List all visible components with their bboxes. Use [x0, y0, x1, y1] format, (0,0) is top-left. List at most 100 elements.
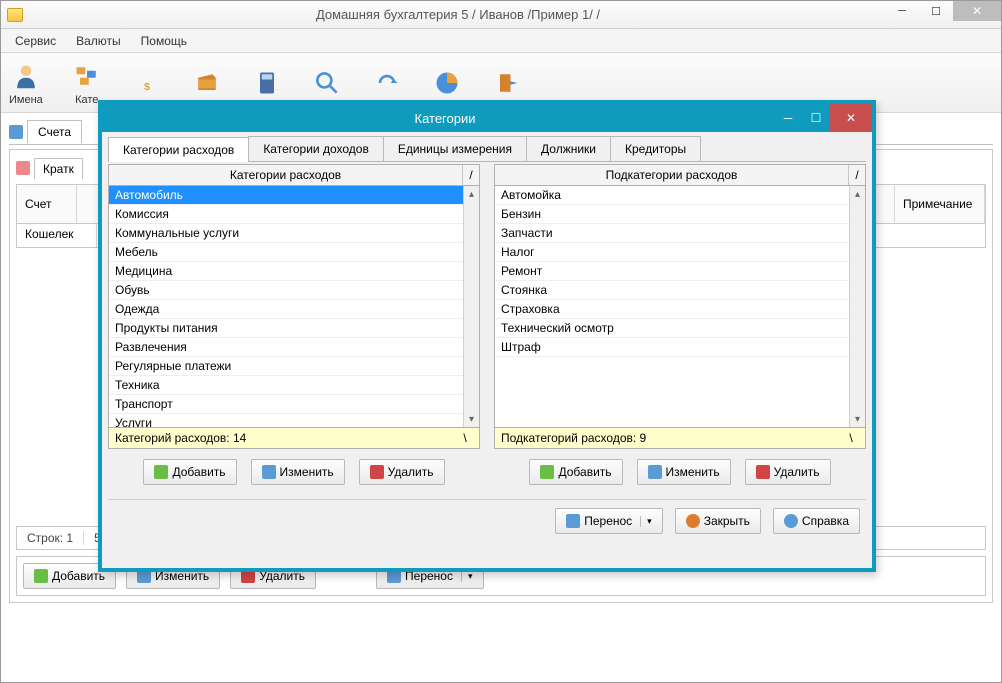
chevron-down-icon: ▾	[461, 571, 473, 582]
toolbar-chart[interactable]	[431, 67, 463, 99]
tab-expense-categories[interactable]: Категории расходов	[108, 137, 249, 162]
sort-indicator[interactable]: /	[849, 165, 865, 185]
toolbar-wallet[interactable]	[191, 67, 223, 99]
maximize-button[interactable]	[919, 1, 953, 21]
scroll-down-icon[interactable]: ▾	[464, 411, 479, 427]
list-item[interactable]: Налог	[495, 243, 849, 262]
subcategory-add-button[interactable]: Добавить	[529, 459, 622, 485]
toolbar-categories[interactable]: Кате	[71, 60, 103, 106]
list-item[interactable]: Продукты питания	[109, 319, 463, 338]
dialog-close-action-button[interactable]: Закрыть	[675, 508, 761, 534]
list-item[interactable]: Технический осмотр	[495, 319, 849, 338]
subcategory-edit-button[interactable]: Изменить	[637, 459, 731, 485]
category-edit-button[interactable]: Изменить	[251, 459, 345, 485]
toolbar-calc[interactable]	[251, 67, 283, 99]
list-item[interactable]: Регулярные платежи	[109, 357, 463, 376]
list-item[interactable]: Транспорт	[109, 395, 463, 414]
svg-text:$: $	[144, 81, 150, 93]
toolbar-sync[interactable]	[371, 67, 403, 99]
dialog-help-button[interactable]: Справка	[773, 508, 860, 534]
help-icon	[784, 514, 798, 528]
move-label: Перенос	[584, 514, 632, 528]
scroll-up-icon[interactable]: ▴	[850, 186, 865, 202]
subcategories-list[interactable]: ▴▾ АвтомойкаБензинЗапчастиНалогРемонтСто…	[494, 186, 866, 428]
subcategories-buttons: Добавить Изменить Удалить	[494, 459, 866, 485]
scroll-up-icon[interactable]: ▴	[464, 186, 479, 202]
list-item[interactable]: Ремонт	[495, 262, 849, 281]
tab-debtors[interactable]: Должники	[526, 136, 611, 161]
toolbar-money[interactable]: $	[131, 67, 163, 99]
list-item[interactable]: Запчасти	[495, 224, 849, 243]
list-item[interactable]: Развлечения	[109, 338, 463, 357]
category-add-button[interactable]: Добавить	[143, 459, 236, 485]
tab-brief[interactable]: Кратк	[34, 158, 83, 179]
categories-footer: Категорий расходов: 14 \	[108, 428, 480, 449]
list-item[interactable]: Одежда	[109, 300, 463, 319]
close-button[interactable]	[953, 1, 1001, 21]
search-icon	[311, 67, 343, 99]
dialog-move-button[interactable]: Перенос▾	[555, 508, 662, 534]
list-item[interactable]: Коммунальные услуги	[109, 224, 463, 243]
inner-tab-icon	[16, 161, 30, 175]
list-item[interactable]: Техника	[109, 376, 463, 395]
dialog-minimize-button[interactable]: ─	[774, 104, 802, 132]
wallet-icon	[191, 67, 223, 99]
menu-currencies[interactable]: Валюты	[68, 31, 129, 51]
list-item[interactable]: Автомойка	[495, 186, 849, 205]
list-item[interactable]: Страховка	[495, 300, 849, 319]
menu-help[interactable]: Помощь	[133, 31, 195, 51]
dialog-close-button[interactable]: ✕	[830, 104, 872, 132]
list-item[interactable]: Медицина	[109, 262, 463, 281]
list-item[interactable]: Комиссия	[109, 205, 463, 224]
minimize-button[interactable]	[885, 1, 919, 21]
delete-label: Удалить	[388, 465, 434, 479]
exit-icon	[491, 67, 523, 99]
list-item[interactable]: Бензин	[495, 205, 849, 224]
dialog-footer: Перенос▾ Закрыть Справка	[108, 499, 866, 542]
close-label: Закрыть	[704, 514, 750, 528]
dialog-tabs: Категории расходов Категории доходов Еди…	[108, 136, 866, 162]
summary-rows: Строк: 1	[17, 531, 84, 545]
tab-accounts[interactable]: Счета	[27, 120, 82, 143]
move-icon	[566, 514, 580, 528]
list-item[interactable]: Стоянка	[495, 281, 849, 300]
subcategory-delete-button[interactable]: Удалить	[745, 459, 831, 485]
list-item[interactable]: Мебель	[109, 243, 463, 262]
toolbar-search[interactable]	[311, 67, 343, 99]
list-item[interactable]: Штраф	[495, 338, 849, 357]
category-delete-button[interactable]: Удалить	[359, 459, 445, 485]
help-label: Справка	[802, 514, 849, 528]
cell-account: Кошелек	[17, 224, 97, 247]
scroll-down-icon[interactable]: ▾	[850, 411, 865, 427]
list-item[interactable]: Автомобиль	[109, 186, 463, 205]
list-item[interactable]: Услуги	[109, 414, 463, 428]
tab-icon	[9, 125, 23, 139]
sort-indicator[interactable]: /	[463, 165, 479, 185]
toolbar-names[interactable]: Имена	[9, 60, 43, 106]
categories-dialog: Категории ─ ☐ ✕ Категории расходов Катег…	[98, 100, 876, 572]
sort-indicator[interactable]: \	[457, 431, 473, 445]
scrollbar[interactable]: ▴▾	[849, 186, 865, 427]
tab-creditors[interactable]: Кредиторы	[610, 136, 701, 161]
subcategories-footer: Подкатегорий расходов: 9 \	[494, 428, 866, 449]
tab-income-categories[interactable]: Категории доходов	[248, 136, 384, 161]
delete-icon	[370, 465, 384, 479]
menu-service[interactable]: Сервис	[7, 31, 64, 51]
window-controls	[885, 1, 1001, 28]
toolbar-door[interactable]	[491, 67, 523, 99]
categories-list[interactable]: ▴▾ АвтомобильКомиссияКоммунальные услуги…	[108, 186, 480, 428]
subcategories-list-header: Подкатегории расходов /	[494, 164, 866, 186]
tab-units[interactable]: Единицы измерения	[383, 136, 527, 161]
dollar-icon: $	[131, 67, 163, 99]
subcategories-header-label: Подкатегории расходов	[495, 165, 849, 185]
add-icon	[540, 465, 554, 479]
list-item[interactable]: Обувь	[109, 281, 463, 300]
delete-label: Удалить	[774, 465, 820, 479]
dialog-titlebar: Категории ─ ☐ ✕	[102, 104, 872, 132]
subcategories-count: Подкатегорий расходов: 9	[501, 431, 843, 445]
categories-buttons: Добавить Изменить Удалить	[108, 459, 480, 485]
dialog-maximize-button[interactable]: ☐	[802, 104, 830, 132]
sort-indicator[interactable]: \	[843, 431, 859, 445]
add-icon	[34, 569, 48, 583]
scrollbar[interactable]: ▴▾	[463, 186, 479, 427]
